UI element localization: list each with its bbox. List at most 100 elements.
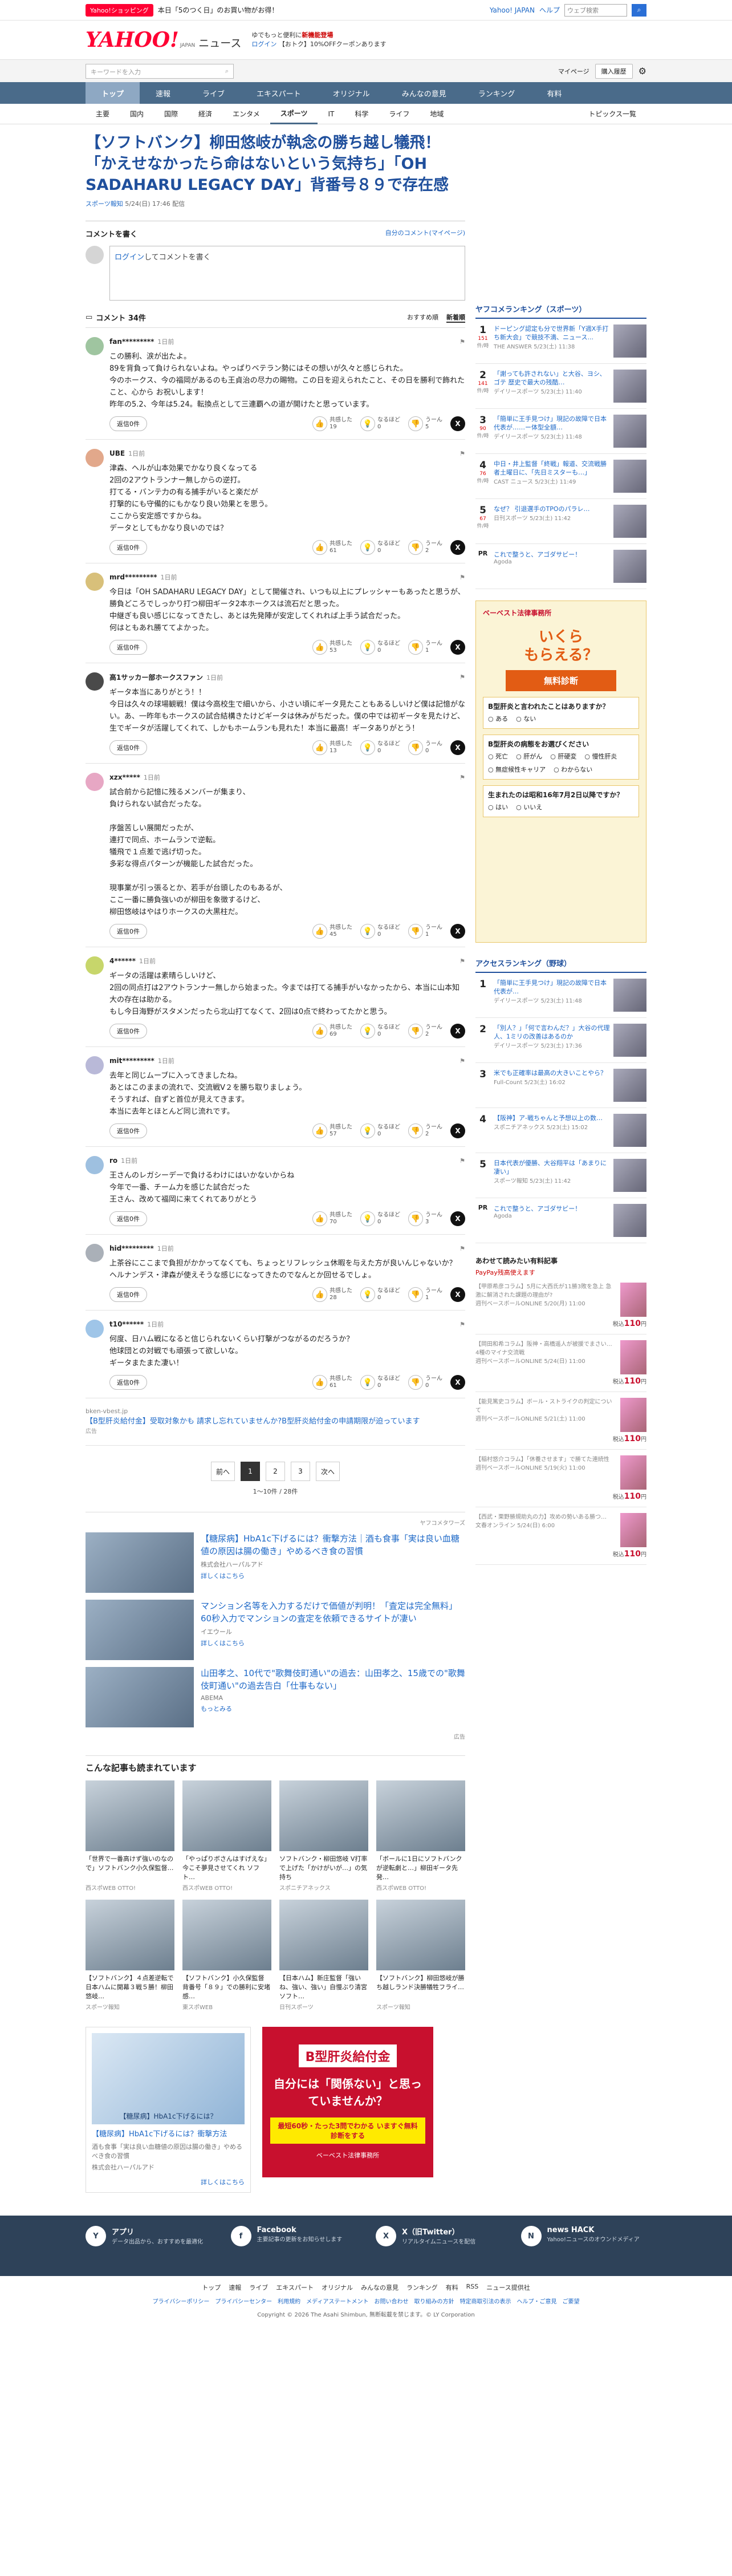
ad-text[interactable]: 【B型肝炎給付金】受取対象かも 請求し忘れていませんか?B型肝炎給付金の申請期限… xyxy=(86,1417,465,1427)
report-link[interactable]: ⚑ xyxy=(459,958,465,965)
comment-user[interactable]: hid********* xyxy=(109,1244,154,1252)
gnav-item[interactable]: 有料 xyxy=(531,82,578,104)
footer-link-2[interactable]: メディアステートメント xyxy=(306,2297,368,2305)
paid-title[interactable]: 【甲原希彦コラム】5月に大西氏が11勝3敗を急上 急激に解消された課題の理由が? xyxy=(475,1283,616,1300)
footer-link[interactable]: エキスパート xyxy=(276,2283,314,2292)
footer-item[interactable]: X X（旧Twitter） リアルタイムニュースを配信 xyxy=(376,2226,502,2266)
rank-title[interactable]: なぜ？ 引退選手のTPOのパラレ… xyxy=(494,505,590,513)
reaction-ok[interactable]: 💡 なるほど 0 xyxy=(360,416,400,431)
ad-item[interactable]: 【糖尿病】HbA1c下げるには？衝撃方法｜酒も食事「実は良い血糖値の原因は腸の働… xyxy=(86,1532,465,1594)
reaction-bad[interactable]: 👎 うーん 3 xyxy=(408,1211,442,1226)
footer-link-2[interactable]: 取り組みの方針 xyxy=(414,2297,454,2305)
sidebar-pr[interactable]: PR これで整うと、アゴダサビー！ Agoda xyxy=(475,544,646,589)
related-title[interactable]: 「ボールに1日にソフトバンクが逆転劇と…」柳田ギータ先発… xyxy=(376,1855,465,1882)
yahoo-news-logo[interactable]: YAHOO! JAPAN ニュース xyxy=(86,28,241,52)
reaction-ok[interactable]: 💡 なるほど 0 xyxy=(360,1211,400,1226)
ad-item[interactable]: 山田孝之、10代で"歌舞伎町通い"の過去：山田孝之、15歳での"歌舞伎町通い"の… xyxy=(86,1667,465,1729)
snav-item[interactable]: 国内 xyxy=(120,104,154,124)
related-item[interactable]: 【日本ハム】新庄監督「強いね、強い、強い」自慢ぶり清宮ソフト… 日刊スポーツ xyxy=(279,1900,368,2011)
related-title[interactable]: 「世界で一番高けず強いのなので」ソフトバンク小久保監督… xyxy=(86,1855,174,1882)
radio-option[interactable]: ない xyxy=(516,714,536,724)
yahoo-japan-link[interactable]: Yahoo! JAPAN xyxy=(490,6,535,14)
help-link[interactable]: ヘルプ xyxy=(539,5,560,15)
footer-link[interactable]: みんなの意見 xyxy=(361,2283,398,2292)
radio-option[interactable]: 肝がん xyxy=(516,752,542,761)
report-link[interactable]: ⚑ xyxy=(459,574,465,581)
footer-link-2[interactable]: プライバシーポリシー xyxy=(153,2297,210,2305)
rank-title[interactable]: 【阪神】ア-戦ちゃんと予想以上の数… xyxy=(494,1114,603,1122)
ad-more-link[interactable]: 詳しくはこちら xyxy=(201,1571,465,1580)
promo-text[interactable]: 本日「5のつく日」のお買い物がお得！ xyxy=(158,5,279,15)
ranking-item[interactable]: 4 76 件/時 中日・井上監督「終戦」報道、交流戦勝者土曜日に、「先日ミスターも…」… xyxy=(475,454,646,499)
comment-input[interactable]: ログインしてコメントを書く xyxy=(109,246,465,301)
ad-headline[interactable]: 【糖尿病】HbA1c下げるには？衝撃方法｜酒も食事「実は良い血糖値の原因は腸の働… xyxy=(201,1532,465,1557)
paid-article[interactable]: 【甲原希彦コラム】5月に大西氏が11勝3敗を急上 急激に解消された課題の理由が?… xyxy=(475,1277,646,1334)
header-promo[interactable]: ゆでもっと便利に新機能登場 ログイン 【おトク】10%OFFクーポンあります xyxy=(251,31,386,49)
paid-article[interactable]: 【能見篤史コラム】ボール・ストライクの判定について 週刊ベースボールONLINE … xyxy=(475,1392,646,1450)
reaction-ok[interactable]: 💡 なるほど 0 xyxy=(360,1287,400,1302)
ad-detail-link[interactable]: 詳しくはこちら xyxy=(92,2177,245,2186)
page-1[interactable]: 1 xyxy=(241,1462,260,1481)
replies-button[interactable]: 返信0件 xyxy=(109,1123,147,1138)
reaction-good[interactable]: 👍 共感した 19 xyxy=(312,416,352,431)
snav-item[interactable]: 主要 xyxy=(86,104,120,124)
gnav-item[interactable]: エキスパート xyxy=(241,82,317,104)
sidebar-pr-2[interactable]: PR これで整うと、アゴダサビー！ Agoda xyxy=(475,1198,646,1243)
reaction-bad[interactable]: 👎 うーん 1 xyxy=(408,924,442,939)
related-item[interactable]: 「ボールに1日にソフトバンクが逆転劇と…」柳田ギータ先発… 西スポWEB OTTO… xyxy=(376,1780,465,1892)
footer-link-2[interactable]: 特定商取引法の表示 xyxy=(459,2297,511,2305)
reaction-bad[interactable]: 👎 うーん 2 xyxy=(408,540,442,555)
x-share-icon[interactable]: X xyxy=(450,1287,465,1302)
radio-option[interactable]: 死亡 xyxy=(488,752,508,761)
ranking-item[interactable]: 2 141 件/時 「謝っても許されない」と大谷、ヨシ、ゴテ 歴史で最大の残酷… デイリ… xyxy=(475,364,646,409)
replies-button[interactable]: 返信0件 xyxy=(109,924,147,939)
reaction-bad[interactable]: 👎 うーん 1 xyxy=(408,640,442,655)
web-search-input[interactable]: ウェブ検索 xyxy=(564,3,627,17)
snav-item[interactable]: スポーツ xyxy=(270,104,318,124)
ad-item[interactable]: マンション名等を入力するだけで価値が判明！「査定は完全無料」60秒入力でマンショ… xyxy=(86,1600,465,1661)
footer-item[interactable]: Nnews HACK Yahoo!ニュースのオウンドメディア xyxy=(520,2226,647,2266)
report-link[interactable]: ⚑ xyxy=(459,338,465,346)
reaction-bad[interactable]: 👎 うーん 1 xyxy=(408,1287,442,1302)
gnav-item[interactable]: みんなの意見 xyxy=(386,82,462,104)
access-item[interactable]: 5 日本代表が優勝、大谷翔平は「あまりに凄い」 スポーツ報知 5/23(土) 11:… xyxy=(475,1153,646,1198)
radio-option[interactable]: 無症候性キャリア xyxy=(488,765,546,774)
reaction-good[interactable]: 👍 共感した 28 xyxy=(312,1287,352,1302)
gnav-item[interactable]: ライブ xyxy=(186,82,241,104)
footer-link[interactable]: オリジナル xyxy=(322,2283,353,2292)
sidebar-ad[interactable]: ベーベスト法律事務所 いくら もらえる？ 無料診断 B型肝炎と言われたことはあり… xyxy=(475,601,646,943)
related-item[interactable]: 【ソフトバンク】小久保監督 背番号「８９」での勝利に安堵感… 東スポWEB xyxy=(182,1900,271,2011)
report-link[interactable]: ⚑ xyxy=(459,1245,465,1252)
ad-title[interactable]: 【糖尿病】HbA1c下げるには？衝撃方法 xyxy=(92,2129,245,2140)
gnav-item[interactable]: トップ xyxy=(86,82,140,104)
related-item[interactable]: ソフトバンク・柳田悠岐 V打率で上げた「かけがいが…」の気持ち スポニチアネックス xyxy=(279,1780,368,1892)
rank-title[interactable]: 日本代表が優勝、大谷翔平は「あまりに凄い」 xyxy=(494,1159,607,1175)
article-title[interactable]: 【ソフトバンク】柳田悠岐が執念の勝ち越し犠飛！「かえせなかったら命はないという気… xyxy=(86,132,465,196)
reaction-ok[interactable]: 💡 なるほど 0 xyxy=(360,540,400,555)
reaction-ok[interactable]: 💡 なるほど 0 xyxy=(360,1123,400,1138)
snav-item[interactable]: 経済 xyxy=(188,104,222,124)
x-share-icon[interactable]: X xyxy=(450,1375,465,1390)
reaction-ok[interactable]: 💡 なるほど 0 xyxy=(360,1024,400,1038)
replies-button[interactable]: 返信0件 xyxy=(109,540,147,555)
sort-recommended[interactable]: おすすめ順 xyxy=(407,313,438,323)
reaction-good[interactable]: 👍 共感した 61 xyxy=(312,1375,352,1390)
related-title[interactable]: 【ソフトバンク】小久保監督 背番号「８９」での勝利に安堵感… xyxy=(182,1974,271,2001)
comment-user[interactable]: t10****** xyxy=(109,1320,144,1328)
page-2[interactable]: 2 xyxy=(266,1462,285,1481)
reaction-bad[interactable]: 👎 うーん 2 xyxy=(408,1123,442,1138)
search-icon[interactable]: ⌕ xyxy=(225,67,229,75)
footer-link-2[interactable]: ヘルプ・ご意見 xyxy=(517,2297,556,2305)
related-item[interactable]: 【ソフトバンク】柳田悠岐が勝ち越しランド決勝犠牲フライ… スポーツ報知 xyxy=(376,1900,465,2011)
mypage-link[interactable]: マイページ xyxy=(558,67,589,76)
related-title[interactable]: 【ソフトバンク】４点差逆転で日本ハムに開幕３戦５勝！柳田悠岐… xyxy=(86,1974,174,2001)
reaction-bad[interactable]: 👎 うーん 5 xyxy=(408,416,442,431)
radio-option[interactable]: 肝硬変 xyxy=(550,752,576,761)
reaction-good[interactable]: 👍 共感した 53 xyxy=(312,640,352,655)
rank-title[interactable]: 「別人？」「何で言わんだ？」大谷の代理人、1ミリの改善はあるのか xyxy=(494,1024,610,1040)
reaction-bad[interactable]: 👎 うーん 2 xyxy=(408,1024,442,1038)
related-title[interactable]: 【ソフトバンク】柳田悠岐が勝ち越しランド決勝犠牲フライ… xyxy=(376,1974,465,2001)
gnav-item[interactable]: 速報 xyxy=(140,82,186,104)
footer-link[interactable]: 有料 xyxy=(446,2283,458,2292)
footer-link[interactable]: RSS xyxy=(466,2283,479,2292)
